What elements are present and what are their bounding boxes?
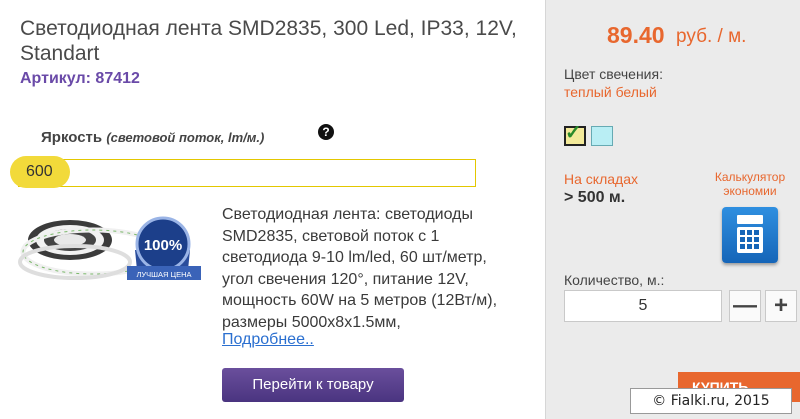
product-description: Светодиодная лента: светодиоды SMD2835, … [222, 206, 498, 331]
brightness-value: 600 [10, 156, 70, 188]
product-panel: Светодиодная лента SMD2835, 300 Led, IP3… [0, 0, 545, 419]
goto-product-button[interactable]: Перейти к товару [222, 368, 404, 402]
more-link[interactable]: Подробнее.. [222, 331, 314, 349]
price-unit: руб. / м. [676, 26, 747, 47]
brightness-unit: (световой поток, lm/м.) [106, 130, 265, 145]
color-value: теплый белый [564, 84, 657, 100]
calculator-button[interactable] [722, 207, 778, 263]
check-icon: ✓ [565, 122, 582, 144]
product-title: Светодиодная лента SMD2835, 300 Led, IP3… [20, 17, 517, 65]
quantity-minus-button[interactable]: — [729, 290, 761, 322]
calculator-label[interactable]: Калькулятор экономии [700, 170, 800, 198]
stock-label: На складах [564, 171, 638, 187]
watermark: © Fialki.ru, 2015 [630, 388, 792, 414]
product-image[interactable]: 100% ЛУЧШАЯ ЦЕНА [15, 200, 205, 310]
quantity-plus-button[interactable]: + [765, 290, 797, 322]
stock-value: > 500 м. [564, 189, 626, 206]
quantity-label: Количество, м.: [564, 272, 665, 288]
calculator-icon [737, 215, 763, 224]
color-label: Цвет свечения: [564, 66, 663, 82]
price-value: 89.40 [607, 22, 665, 48]
badge-caption: ЛУЧШАЯ ЦЕНА [136, 270, 191, 279]
quantity-input[interactable]: 5 [564, 290, 722, 322]
badge-percent: 100% [144, 237, 182, 254]
brightness-label-text: Яркость [41, 129, 103, 146]
swatch-cool-white[interactable] [591, 126, 613, 146]
help-icon[interactable]: ? [318, 124, 334, 140]
sku-label: Артикул: 87412 [20, 70, 140, 87]
brightness-label: Яркость (световой поток, lm/м.) [41, 129, 264, 146]
brightness-field [18, 159, 476, 187]
calculator-keys [737, 227, 763, 253]
